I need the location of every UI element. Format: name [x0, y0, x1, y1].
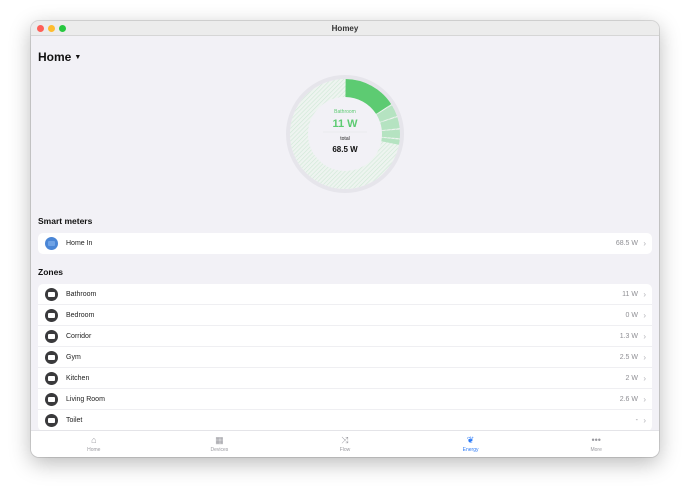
zone-label: Corridor: [66, 332, 92, 340]
oven-icon: [45, 371, 58, 385]
close-button[interactable]: [37, 25, 44, 32]
app-window: Homey Home ▼ Bathroom 11 W total 68.5 W S…: [31, 21, 659, 457]
chevron-right-icon: ›: [643, 331, 646, 341]
more-icon: •••: [591, 435, 601, 445]
home-icon: ⌂: [91, 435, 97, 445]
zone-value: 0 W: [625, 311, 638, 319]
chevron-right-icon: ›: [643, 373, 646, 383]
zone-label: Bedroom: [66, 311, 95, 319]
zone-row[interactable]: Kitchen 2 W ›: [38, 368, 652, 389]
tab-devices[interactable]: ▦ Devices: [157, 431, 283, 457]
zone-row[interactable]: Gym 2.5 W ›: [38, 347, 652, 368]
zone-value: 1.3 W: [619, 332, 638, 340]
chevron-right-icon: ›: [643, 310, 646, 320]
window-title: Homey: [331, 24, 359, 33]
energy-icon: ❦: [466, 435, 475, 445]
energy-donut-chart[interactable]: Bathroom 11 W total 68.5 W: [285, 74, 405, 194]
chevron-right-icon: ›: [643, 352, 646, 362]
zone-label: Living Room: [66, 395, 105, 403]
zone-label: Kitchen: [66, 374, 90, 382]
tab-label: More: [590, 447, 602, 453]
caret-down-icon: ▼: [74, 54, 82, 61]
chevron-right-icon: ›: [643, 289, 646, 299]
bed-icon: [45, 308, 58, 322]
tab-label: Flow: [339, 447, 351, 453]
total-value: 68.5 W: [332, 145, 358, 154]
meter-label: Home In: [66, 240, 93, 247]
dumbbell-icon: [45, 350, 58, 364]
smart-meters-heading: Smart meters: [38, 216, 93, 226]
zone-row[interactable]: Bedroom 0 W ›: [38, 305, 652, 326]
flow-icon: ⤨: [341, 435, 349, 445]
zone-label: Bathroom: [66, 290, 97, 298]
bath-icon: [45, 287, 58, 301]
sofa-icon: [45, 392, 58, 406]
toilet-icon: [45, 414, 58, 427]
tab-label: Home: [87, 447, 101, 453]
tab-label: Energy: [462, 447, 479, 453]
zones-heading: Zones: [38, 267, 64, 277]
zone-row[interactable]: Toilet - ›: [38, 410, 652, 430]
zone-value: 2.6 W: [619, 395, 638, 403]
zone-value: -: [635, 417, 638, 424]
zone-label: Toilet: [66, 417, 83, 424]
zone-label: Bathroom: [334, 109, 356, 115]
zone-value: 11 W: [332, 118, 358, 130]
smart-meters-list: Home In 68.5 W ›: [38, 233, 652, 254]
zone-row[interactable]: Corridor 1.3 W ›: [38, 326, 652, 347]
home-selector[interactable]: Home ▼: [38, 50, 81, 64]
title-bar: Homey: [31, 21, 659, 36]
tab-bar: ⌂ Home ▦ Devices ⤨ Flow ❦ Energy ••• More: [31, 430, 659, 457]
smart-meter-row[interactable]: Home In 68.5 W ›: [38, 233, 652, 254]
page-title: Home: [38, 50, 72, 64]
zone-row[interactable]: Living Room 2.6 W ›: [38, 389, 652, 410]
zone-value: 2 W: [625, 374, 638, 382]
total-label: total: [340, 136, 349, 142]
chevron-right-icon: ›: [643, 394, 646, 404]
tab-label: Devices: [210, 447, 229, 453]
devices-icon: ▦: [215, 435, 224, 445]
tab-flow[interactable]: ⤨ Flow: [282, 431, 408, 457]
meter-value: 68.5 W: [615, 240, 638, 247]
tab-home[interactable]: ⌂ Home: [31, 431, 157, 457]
zoom-button[interactable]: [59, 25, 66, 32]
zone-value: 11 W: [622, 290, 638, 298]
chevron-right-icon: ›: [643, 239, 646, 248]
zone-row[interactable]: Bathroom 11 W ›: [38, 284, 652, 305]
door-icon: [45, 329, 58, 343]
zone-label: Gym: [66, 353, 81, 361]
minimize-button[interactable]: [48, 25, 55, 32]
segment-kitchen[interactable]: [381, 129, 400, 139]
chevron-right-icon: ›: [643, 416, 646, 425]
meter-icon: [45, 237, 58, 250]
tab-more[interactable]: ••• More: [533, 431, 659, 457]
zone-value: 2.5 W: [619, 353, 638, 361]
zones-list: Bathroom 11 W › Bedroom 0 W › Corridor 1.3 W › Gy…: [38, 284, 652, 430]
tab-energy[interactable]: ❦ Energy: [408, 431, 534, 457]
